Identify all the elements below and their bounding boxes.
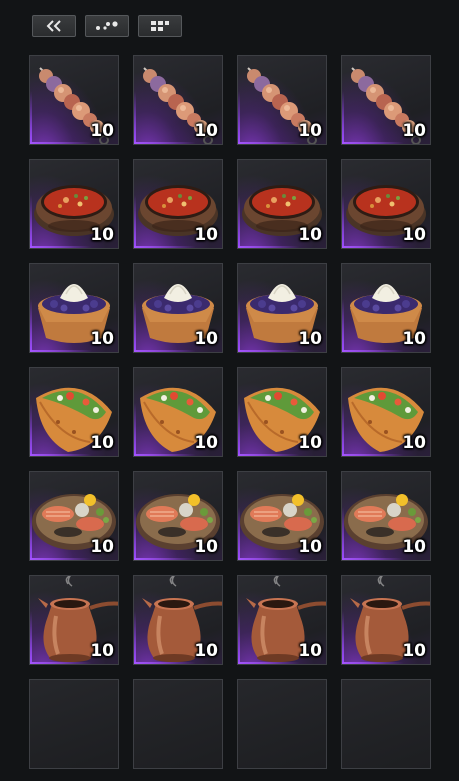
inventory-slot-coffee-pot[interactable]: 10: [237, 575, 327, 665]
item-quantity: 10: [90, 329, 114, 349]
inventory-toolbar: [32, 15, 182, 37]
item-quantity: 10: [194, 329, 218, 349]
item-quantity: 10: [402, 641, 426, 661]
inventory-slot-tart[interactable]: 10: [237, 263, 327, 353]
inventory-slot-taco[interactable]: 10: [237, 367, 327, 457]
scatter-dots-icon: [96, 21, 118, 30]
item-quantity: 10: [402, 537, 426, 557]
inventory-slot-coffee-pot[interactable]: 10: [29, 575, 119, 665]
inventory-slot-empty[interactable]: [237, 679, 327, 769]
item-quantity: 10: [194, 121, 218, 141]
item-quantity: 10: [298, 537, 322, 557]
item-quantity: 10: [298, 121, 322, 141]
inventory-slot-empty[interactable]: [133, 679, 223, 769]
inventory-slot-skewer[interactable]: 10: [133, 55, 223, 145]
double-chevron-left-icon: [46, 20, 61, 32]
item-quantity: 10: [402, 225, 426, 245]
item-quantity: 10: [90, 641, 114, 661]
inventory-slot-soup[interactable]: 10: [237, 159, 327, 249]
inventory-slot-fish-platter[interactable]: 10: [133, 471, 223, 561]
inventory-slot-skewer[interactable]: 10: [237, 55, 327, 145]
item-quantity: 10: [90, 433, 114, 453]
inventory-slot-empty[interactable]: [341, 679, 431, 769]
inventory-slot-taco[interactable]: 10: [341, 367, 431, 457]
inventory-slot-tart[interactable]: 10: [133, 263, 223, 353]
grid-icon: [151, 21, 169, 31]
item-quantity: 10: [402, 121, 426, 141]
inventory-slot-coffee-pot[interactable]: 10: [133, 575, 223, 665]
inventory-slot-taco[interactable]: 10: [29, 367, 119, 457]
inventory-slot-soup[interactable]: 10: [29, 159, 119, 249]
item-quantity: 10: [194, 537, 218, 557]
inventory-slot-fish-platter[interactable]: 10: [341, 471, 431, 561]
inventory-slot-fish-platter[interactable]: 10: [237, 471, 327, 561]
item-quantity: 10: [298, 225, 322, 245]
inventory-slot-empty[interactable]: [29, 679, 119, 769]
inventory-slot-coffee-pot[interactable]: 10: [341, 575, 431, 665]
inventory-slot-soup[interactable]: 10: [133, 159, 223, 249]
item-quantity: 10: [402, 329, 426, 349]
item-quantity: 10: [90, 121, 114, 141]
collapse-button[interactable]: [32, 15, 76, 37]
inventory-slot-skewer[interactable]: 10: [29, 55, 119, 145]
inventory-slot-fish-platter[interactable]: 10: [29, 471, 119, 561]
item-quantity: 10: [194, 641, 218, 661]
item-quantity: 10: [90, 537, 114, 557]
sort-button[interactable]: [85, 15, 129, 37]
item-quantity: 10: [194, 433, 218, 453]
item-quantity: 10: [298, 641, 322, 661]
inventory-grid: 10 10 10 10 10 10 10 10 10 10 10 10 10 10 10 10 10 10 10 10…: [29, 55, 431, 769]
inventory-slot-tart[interactable]: 10: [29, 263, 119, 353]
item-quantity: 10: [298, 433, 322, 453]
grid-view-button[interactable]: [138, 15, 182, 37]
item-quantity: 10: [402, 433, 426, 453]
inventory-slot-soup[interactable]: 10: [341, 159, 431, 249]
inventory-slot-taco[interactable]: 10: [133, 367, 223, 457]
inventory-slot-tart[interactable]: 10: [341, 263, 431, 353]
item-quantity: 10: [90, 225, 114, 245]
item-quantity: 10: [298, 329, 322, 349]
inventory-slot-skewer[interactable]: 10: [341, 55, 431, 145]
item-quantity: 10: [194, 225, 218, 245]
